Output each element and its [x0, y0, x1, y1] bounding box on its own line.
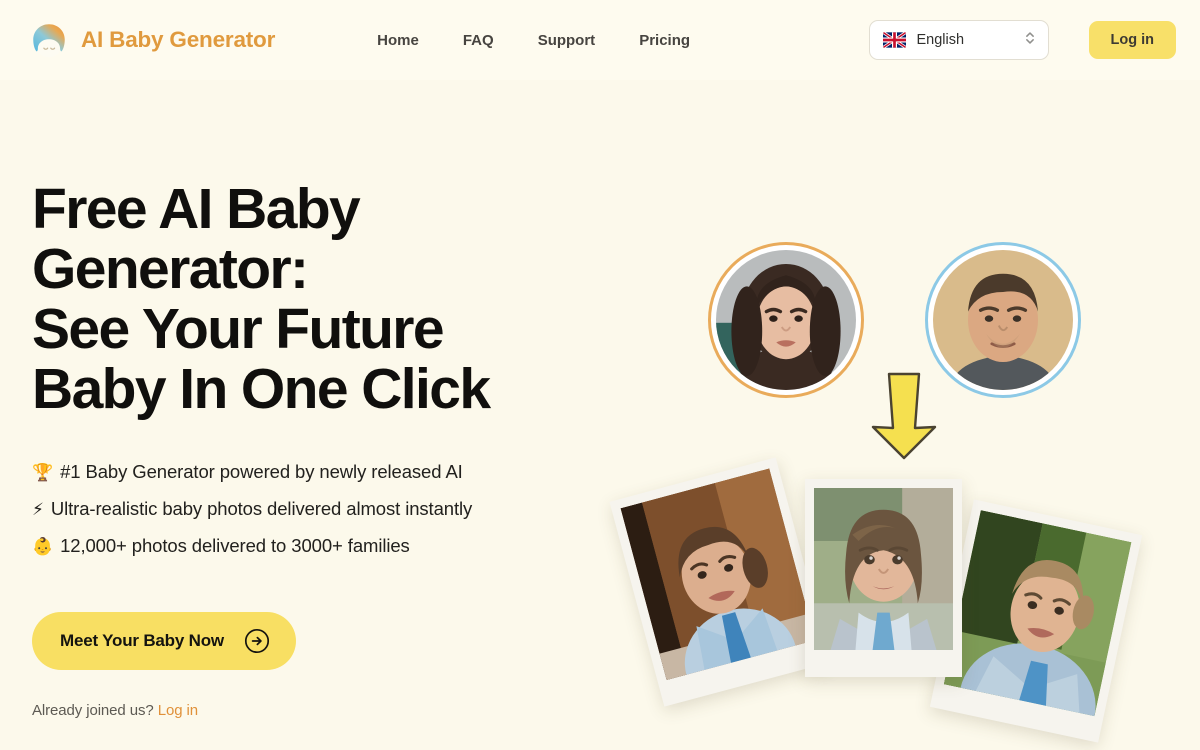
- baby-photo-left-image: [620, 468, 816, 681]
- baby-photo-center: [805, 479, 962, 677]
- uk-flag-icon: [882, 32, 906, 48]
- father-photo: [933, 250, 1073, 390]
- trophy-emoji: 🏆: [32, 463, 54, 484]
- login-button[interactable]: Log in: [1088, 21, 1176, 59]
- language-value: English: [916, 32, 965, 48]
- brand-logo-link[interactable]: AI Baby Generator: [28, 19, 275, 61]
- baby-photo-center-image: [814, 488, 953, 650]
- site-header: AI Baby Generator Home FAQ Support Prici…: [0, 0, 1200, 80]
- father-portrait: [925, 242, 1081, 398]
- headline-line-3: See Your Future: [32, 296, 445, 361]
- already-joined-text: Already joined us? Log in: [32, 702, 592, 719]
- baby-photo-left: [609, 457, 831, 707]
- already-joined-label: Already joined us?: [32, 702, 154, 720]
- chevron-up-down-icon[interactable]: [1023, 29, 1037, 52]
- hero-illustration: [609, 170, 1180, 750]
- mother-portrait: [708, 242, 864, 398]
- nav-item-faq[interactable]: FAQ: [441, 22, 516, 59]
- list-item: 👶 12,000+ photos delivered to 3000+ fami…: [32, 537, 592, 556]
- hero-copy: Free AI Baby Generator: See Your Future …: [32, 177, 592, 719]
- hero-section: Free AI Baby Generator: See Your Future …: [0, 80, 1200, 750]
- nav-item-pricing[interactable]: Pricing: [617, 22, 712, 59]
- cta-label: Meet Your Baby Now: [60, 631, 224, 651]
- list-item: ⚡ Ultra-realistic baby photos delivered …: [32, 500, 592, 519]
- meet-your-baby-now-button[interactable]: Meet Your Baby Now: [32, 612, 296, 671]
- page-title: Free AI Baby Generator: See Your Future …: [32, 177, 592, 421]
- down-arrow-illustration: [865, 370, 943, 462]
- language-selector[interactable]: English: [868, 20, 1049, 60]
- main-navigation: Home FAQ Support Pricing: [355, 22, 712, 59]
- arrow-right-circle-icon: [244, 628, 270, 654]
- headline-line-1: Free AI Baby: [32, 177, 361, 241]
- nav-item-home[interactable]: Home: [355, 22, 441, 59]
- brand-name: AI Baby Generator: [81, 27, 276, 52]
- header-actions: English Log in: [868, 20, 1176, 60]
- mother-photo: [716, 250, 856, 390]
- feature-text: #1 Baby Generator powered by newly relea…: [60, 461, 463, 483]
- baby-emoji: 👶: [32, 537, 54, 558]
- feature-list: 🏆 #1 Baby Generator powered by newly rel…: [32, 463, 592, 556]
- list-item: 🏆 #1 Baby Generator powered by newly rel…: [32, 463, 592, 482]
- headline-line-4: Baby In One Click: [32, 356, 491, 421]
- feature-text: 12,000+ photos delivered to 3000+ famili…: [60, 535, 410, 557]
- lightning-emoji: ⚡: [32, 500, 44, 521]
- headline-line-2: Generator:: [32, 236, 309, 301]
- already-joined-login-link[interactable]: Log in: [158, 702, 198, 719]
- baby-face-logo-icon: [28, 19, 70, 61]
- feature-text: Ultra-realistic baby photos delivered al…: [50, 498, 473, 520]
- baby-photo-right-image: [943, 510, 1132, 717]
- nav-item-support[interactable]: Support: [516, 22, 618, 59]
